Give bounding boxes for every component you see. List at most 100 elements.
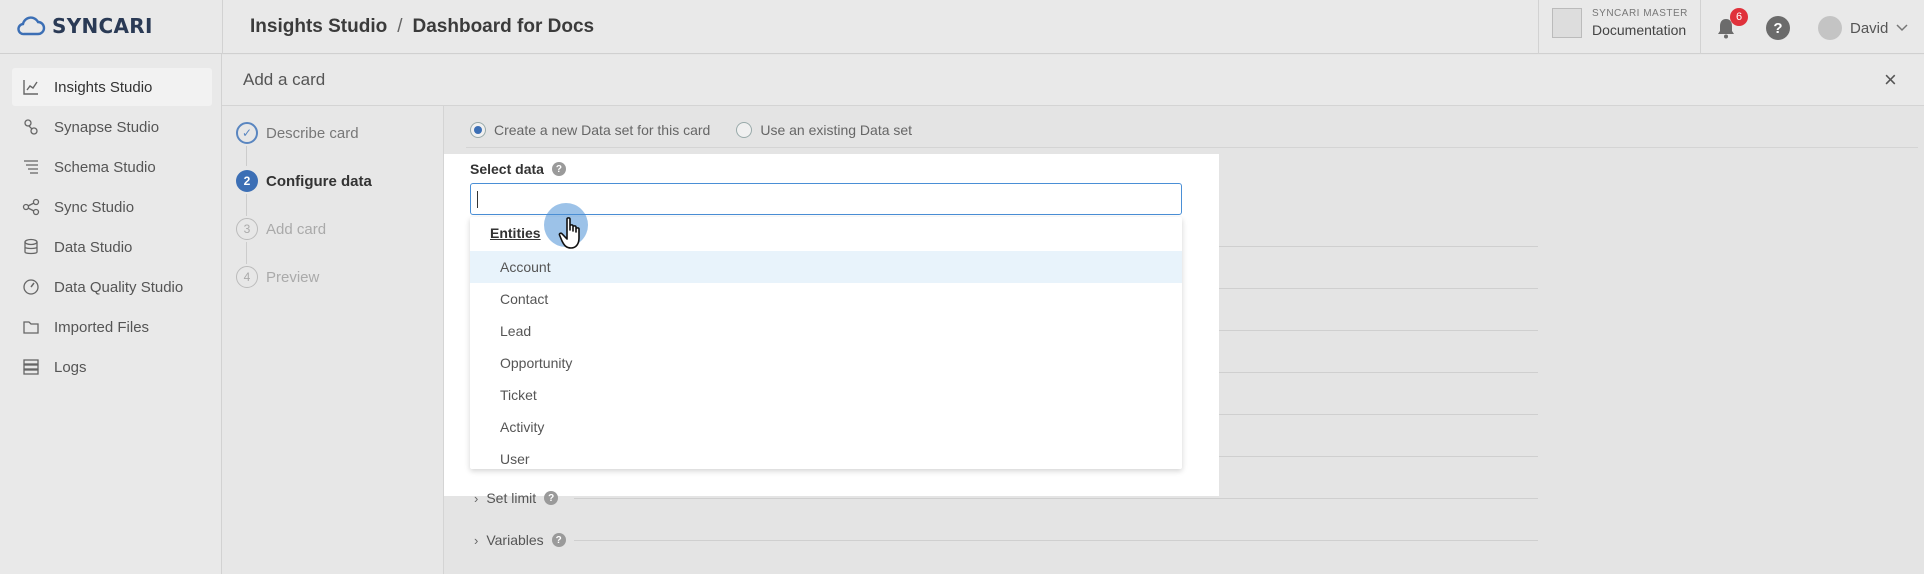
sidebar-item-label: Data Quality Studio — [54, 278, 184, 296]
dropdown-option-activity[interactable]: Activity — [470, 411, 1182, 443]
step-configure-data[interactable]: 2 Configure data — [236, 170, 372, 192]
sidebar-item-label: Schema Studio — [54, 158, 156, 176]
step-number: 4 — [236, 266, 258, 288]
divider — [1182, 372, 1538, 373]
step-connector — [246, 146, 247, 166]
account-label: SYNCARI MASTER — [1592, 8, 1688, 19]
text-caret — [477, 191, 478, 208]
step-label: Add card — [266, 220, 327, 238]
divider — [1182, 288, 1538, 289]
help-icon[interactable]: ? — [551, 162, 566, 176]
sidebar-item-label: Insights Studio — [54, 78, 153, 96]
section-set-limit[interactable]: › Set limit ? — [474, 490, 559, 506]
schema-icon — [22, 158, 40, 176]
database-icon — [22, 238, 40, 256]
sidebar-item-insights-studio[interactable]: Insights Studio — [12, 68, 212, 106]
help-icon[interactable]: ? — [544, 491, 559, 505]
chevron-right-icon: › — [474, 532, 479, 548]
data-source-options: Create a new Data set for this card Use … — [470, 122, 912, 138]
logo-text: SYNCARI — [52, 14, 153, 38]
panel-title: Add a card — [243, 70, 326, 89]
chevron-down-icon — [1896, 24, 1908, 32]
help-icon[interactable]: ? — [551, 533, 566, 547]
sidebar-item-label: Data Studio — [54, 238, 133, 256]
breadcrumb-insights-studio[interactable]: Insights Studio — [250, 16, 387, 38]
radio-label: Use an existing Data set — [760, 122, 913, 138]
step-preview: 4 Preview — [236, 266, 319, 288]
radio-button[interactable] — [736, 122, 753, 138]
logs-icon — [22, 358, 40, 376]
synapse-icon — [22, 118, 40, 136]
sidebar-item-data-studio[interactable]: Data Studio — [12, 228, 212, 266]
step-describe-card[interactable]: ✓ Describe card — [236, 122, 359, 144]
dropdown-option-opportunity[interactable]: Opportunity — [470, 347, 1182, 379]
breadcrumb-separator: / — [397, 16, 403, 37]
dropdown-option-lead[interactable]: Lead — [470, 315, 1182, 347]
user-name: David — [1850, 19, 1889, 37]
cloud-logo-icon — [17, 16, 46, 36]
chart-icon — [22, 78, 40, 96]
top-header: SYNCARI Insights Studio / Dashboard for … — [0, 0, 1924, 54]
dropdown-option-user[interactable]: User — [470, 443, 1182, 469]
divider — [1182, 414, 1538, 415]
notification-badge: 6 — [1730, 8, 1748, 26]
radio-button[interactable] — [470, 122, 486, 138]
chevron-right-icon: › — [474, 490, 479, 506]
sidebar-item-synapse-studio[interactable]: Synapse Studio — [12, 108, 212, 146]
sidebar-item-logs[interactable]: Logs — [12, 348, 212, 386]
select-data-title: Select data — [470, 161, 544, 177]
sidebar-item-label: Imported Files — [54, 318, 150, 336]
radio-new-data-set[interactable]: Create a new Data set for this card — [470, 122, 710, 138]
divider — [574, 498, 1538, 499]
avatar — [1818, 16, 1842, 40]
check-icon: ✓ — [236, 122, 258, 144]
section-label: Variables — [486, 532, 544, 548]
sidebar-item-label: Synapse Studio — [54, 118, 160, 136]
sync-icon — [22, 198, 40, 216]
dropdown-group-heading: Entities — [490, 225, 541, 241]
divider — [574, 540, 1538, 541]
syncari-logo[interactable]: SYNCARI — [16, 14, 153, 38]
folder-icon — [22, 318, 40, 336]
step-connector — [246, 194, 247, 216]
sidebar-item-schema-studio[interactable]: Schema Studio — [12, 148, 212, 186]
section-variables[interactable]: › Variables ? — [474, 532, 566, 548]
help-icon[interactable]: ? — [1766, 16, 1790, 40]
sidebar-item-label: Logs — [54, 358, 87, 376]
dropdown-option-ticket[interactable]: Ticket — [470, 379, 1182, 411]
dropdown-option-contact[interactable]: Contact — [470, 283, 1182, 315]
divider — [466, 147, 1918, 148]
user-menu[interactable]: David — [1818, 16, 1908, 40]
sidebar-item-data-quality-studio[interactable]: Data Quality Studio — [12, 268, 212, 306]
account-switcher[interactable]: SYNCARI MASTER Documentation — [1552, 8, 1688, 38]
divider — [1182, 246, 1538, 247]
wizard-steps: ✓ Describe card 2 Configure data 3 Add c… — [222, 106, 444, 574]
dropdown-option-account[interactable]: Account — [470, 251, 1182, 283]
breadcrumb: Insights Studio / Dashboard for Docs — [250, 16, 594, 38]
step-number: 3 — [236, 218, 258, 240]
breadcrumb-dashboard: Dashboard for Docs — [412, 16, 595, 37]
divider — [1182, 456, 1538, 457]
sidebar-item-sync-studio[interactable]: Sync Studio — [12, 188, 212, 226]
hand-cursor-icon — [558, 217, 580, 249]
step-label: Describe card — [266, 124, 359, 142]
add-card-header: Add a card × — [222, 55, 1924, 106]
step-add-card: 3 Add card — [236, 218, 326, 240]
section-label: Set limit — [486, 490, 537, 506]
step-connector — [246, 242, 247, 264]
header-divider — [1700, 0, 1701, 54]
sidebar-item-imported-files[interactable]: Imported Files — [12, 308, 212, 346]
header-divider — [1538, 0, 1539, 54]
select-data-label: Select data ? — [470, 161, 566, 177]
step-number: 2 — [236, 170, 258, 192]
divider — [1182, 330, 1538, 331]
gauge-icon — [22, 278, 40, 296]
step-label: Configure data — [266, 172, 372, 190]
sidebar-item-label: Sync Studio — [54, 198, 135, 216]
select-data-dropdown: Entities Account Contact Lead Opportunit… — [470, 217, 1182, 469]
radio-label: Create a new Data set for this card — [494, 122, 711, 138]
account-image — [1552, 8, 1582, 38]
account-name: Documentation — [1592, 22, 1687, 38]
close-icon[interactable]: × — [1884, 67, 1897, 93]
radio-existing-data-set[interactable]: Use an existing Data set — [736, 122, 912, 138]
